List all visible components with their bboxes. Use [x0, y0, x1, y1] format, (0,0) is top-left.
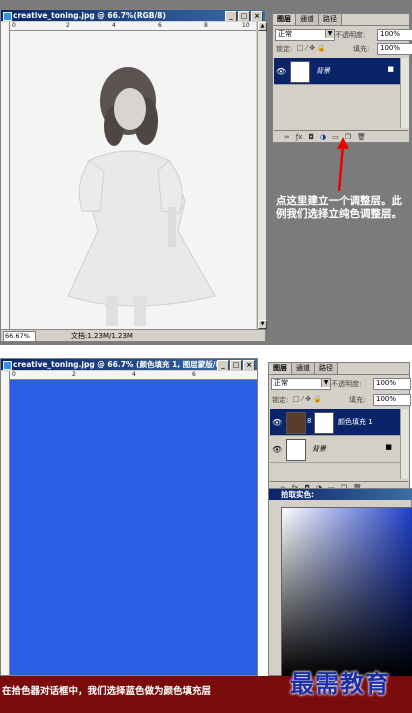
- canvas-photo[interactable]: [10, 31, 256, 329]
- canvas-blue-fill[interactable]: [10, 380, 257, 675]
- blend-mode-value: 正常: [274, 379, 288, 387]
- status-bar: 66.67% 文档:1.23M/1.23M: [1, 329, 265, 342]
- document-window-1: creative_toning.jpg @ 66.7%(RGB/8) _ □ ×…: [0, 9, 267, 342]
- ruler-horizontal: 0 2 4 6: [10, 371, 257, 380]
- girl-photo-illustration: [10, 31, 256, 329]
- opacity-field[interactable]: 100%: [373, 378, 411, 390]
- layer-row-background[interactable]: 👁 背景 ■: [274, 58, 408, 85]
- ruler-tick: 10: [242, 22, 250, 29]
- bottom-caption-text: 在拾色器对话框中，我们选择蓝色做为颜色填充层: [2, 686, 212, 697]
- opacity-value: 100%: [380, 30, 401, 38]
- ruler-tick: 0: [12, 22, 16, 29]
- fill-field[interactable]: 100%: [377, 43, 412, 55]
- layers-scrollbar[interactable]: [400, 58, 409, 128]
- opacity-label: 不透明度:: [335, 31, 366, 39]
- eye-icon[interactable]: 👁: [272, 418, 282, 427]
- ruler-vertical: [1, 22, 10, 329]
- layer-mask-thumbnail: [314, 412, 334, 434]
- document-window-2: creative_toning.jpg @ 66.7% (颜色填充 1, 图层蒙…: [0, 358, 258, 676]
- delete-layer-icon[interactable]: 🗑: [357, 133, 366, 141]
- blend-mode-select[interactable]: 正常 ▼: [275, 29, 335, 41]
- chevron-down-icon: ▼: [325, 30, 334, 38]
- layer-thumbnail: [290, 61, 310, 83]
- tab-layers[interactable]: 图层: [273, 14, 296, 25]
- opacity-field[interactable]: 100%: [377, 29, 412, 41]
- ruler-tick: 2: [72, 371, 76, 378]
- minimize-button[interactable]: _: [217, 360, 229, 370]
- opacity-value: 100%: [376, 379, 397, 387]
- layer-row-color-fill[interactable]: 👁 8 颜色填充 1: [270, 409, 408, 436]
- fill-field[interactable]: 100%: [373, 394, 411, 406]
- chevron-down-icon: ▼: [321, 379, 330, 387]
- layer-mask-icon[interactable]: ◘: [308, 133, 314, 141]
- blend-mode-value: 正常: [278, 30, 292, 38]
- fill-label: 填充:: [349, 396, 366, 404]
- fill-label: 填充:: [353, 45, 370, 53]
- ruler-horizontal: 0 2 4 6 8 10: [10, 22, 256, 31]
- tab-channels[interactable]: 通道: [292, 363, 315, 374]
- lock-label: 锁定:: [276, 45, 293, 53]
- lock-icons[interactable]: □ ⁄ ✥ 🔒: [297, 44, 326, 52]
- ruler-tick: 2: [66, 22, 70, 29]
- zoom-level-field[interactable]: 66.67%: [3, 331, 36, 342]
- lock-icons[interactable]: □ ⁄ ✥ 🔒: [293, 395, 322, 403]
- ruler-tick: 4: [132, 371, 136, 378]
- chain-link-icon: 8: [307, 417, 312, 425]
- fill-color-thumbnail: [286, 412, 306, 434]
- panel-tabs: 图层 通道 路径: [273, 14, 409, 26]
- lock-icon: ■: [385, 443, 392, 451]
- ruler-tick: 4: [112, 22, 116, 29]
- scroll-up-arrow[interactable]: ▲: [258, 22, 267, 31]
- canvas-vertical-scrollbar[interactable]: ▲ ▼: [257, 22, 267, 329]
- instruction-text: 点这里建立一个调整层。此例我们选择立纯色调整层。: [276, 195, 402, 220]
- lock-label: 锁定:: [272, 396, 289, 404]
- color-picker-titlebar[interactable]: 拾取实色:: [269, 489, 412, 500]
- minimize-button[interactable]: _: [225, 11, 237, 21]
- panel-tabs: 图层 通道 路径: [269, 363, 409, 375]
- tab-paths[interactable]: 路径: [315, 363, 338, 374]
- document-window-1-titlebar[interactable]: creative_toning.jpg @ 66.7%(RGB/8) _ □ ×: [1, 10, 265, 21]
- document-window-2-title: creative_toning.jpg @ 66.7% (颜色填充 1, 图层蒙…: [13, 360, 225, 369]
- layers-panel-2: 图层 通道 路径 正常 ▼ 不透明度: 100% 锁定: □ ⁄ ✥ 🔒 填充:…: [268, 362, 411, 494]
- document-window-2-titlebar[interactable]: creative_toning.jpg @ 66.7% (颜色填充 1, 图层蒙…: [1, 359, 257, 370]
- link-layers-icon[interactable]: ∞: [284, 133, 290, 141]
- eye-icon[interactable]: 👁: [272, 445, 282, 454]
- opacity-label: 不透明度:: [331, 380, 362, 388]
- fill-value: 100%: [376, 395, 397, 403]
- photoshop-doc-icon: [3, 12, 12, 21]
- lock-icon: ■: [387, 65, 394, 73]
- color-picker-title: 拾取实色:: [281, 490, 314, 499]
- layers-scrollbar[interactable]: [400, 409, 409, 479]
- scroll-down-arrow[interactable]: ▼: [258, 320, 267, 329]
- ruler-tick: 6: [158, 22, 162, 29]
- maximize-button[interactable]: □: [238, 11, 250, 21]
- document-window-1-title: creative_toning.jpg @ 66.7%(RGB/8): [13, 11, 166, 20]
- layer-name: 背景: [316, 67, 330, 75]
- color-field[interactable]: [281, 507, 412, 677]
- tab-layers[interactable]: 图层: [269, 363, 292, 374]
- red-arrow-annotation: [337, 137, 349, 192]
- color-picker-dialog: 拾取实色:: [268, 488, 412, 677]
- layer-row-background[interactable]: 👁 背景 ■: [270, 436, 408, 463]
- fill-value: 100%: [380, 44, 401, 52]
- maximize-button[interactable]: □: [230, 360, 242, 370]
- ruler-tick: 8: [204, 22, 208, 29]
- ruler-vertical: [1, 371, 10, 675]
- blend-mode-select[interactable]: 正常 ▼: [271, 378, 331, 390]
- eye-icon[interactable]: 👁: [276, 67, 286, 76]
- close-button[interactable]: ×: [251, 11, 263, 21]
- photoshop-doc-icon: [3, 361, 12, 370]
- layer-name: 颜色填充 1: [338, 418, 373, 426]
- ruler-tick: 6: [192, 371, 196, 378]
- watermark-logo-text: 最需教育: [290, 669, 390, 698]
- layer-thumbnail: [286, 439, 306, 461]
- layer-name: 背景: [312, 445, 326, 453]
- layer-style-icon[interactable]: ƒx: [296, 133, 303, 141]
- tab-paths[interactable]: 路径: [319, 14, 342, 25]
- tab-channels[interactable]: 通道: [296, 14, 319, 25]
- close-button[interactable]: ×: [243, 360, 255, 370]
- layers-panel-1: 图层 通道 路径 正常 ▼ 不透明度: 100% 锁定: □ ⁄ ✥ 🔒 填充:…: [272, 13, 412, 143]
- ruler-tick: 0: [12, 371, 16, 378]
- document-size-info[interactable]: 文档:1.23M/1.23M: [71, 330, 133, 342]
